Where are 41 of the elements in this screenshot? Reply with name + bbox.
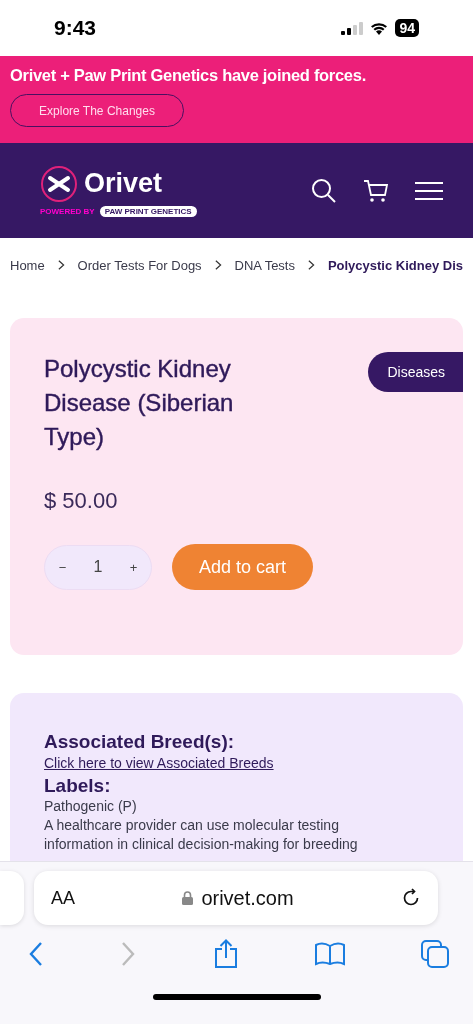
breadcrumb-link[interactable]: Order Tests For Dogs [77,257,202,273]
powered-by-text: POWERED BY [40,206,95,216]
search-icon[interactable] [311,177,337,204]
logo-icon [40,164,78,203]
cart-icon[interactable] [363,178,389,203]
address-bar[interactable]: AA orivet.com [34,871,438,925]
promo-text: Orivet + Paw Print Genetics have joined forces. [10,66,366,85]
brand-name: Orivet [84,168,163,199]
label-description: A healthcare provider can use molecular testing [44,816,340,835]
share-icon[interactable] [212,939,239,969]
breadcrumb-link[interactable]: Polycystic Kidney Dis [327,257,463,273]
increment-button[interactable]: + [129,559,138,575]
partner-badge: PAW PRINT GENETICS [99,205,197,217]
product-price: $ 50.00 [44,488,119,514]
wifi-icon [370,21,389,35]
text-size-button[interactable]: AA [51,887,75,909]
status-time: 9:43 [54,16,97,40]
labels-heading: Labels: [44,775,112,797]
decrement-button[interactable]: − [58,559,67,575]
breeds-heading: Associated Breed(s): [44,731,236,753]
chevron-icon [308,259,315,271]
breadcrumb-link[interactable]: Home [10,257,45,273]
quantity-value: 1 [93,558,103,576]
tabs-icon[interactable] [421,940,449,968]
url-text: orivet.com [201,886,294,910]
category-tag[interactable]: Diseases [368,352,463,392]
menu-icon[interactable] [415,181,443,200]
quantity-stepper[interactable]: − 1 + [44,544,152,590]
battery-level: 94 [395,19,419,37]
chevron-icon [214,259,222,271]
breadcrumb-link[interactable]: DNA Tests [234,257,295,273]
lock-icon [182,891,194,905]
label-name: Pathogenic (P) [44,797,138,816]
book-icon[interactable] [314,942,345,966]
reload-icon[interactable] [401,888,421,908]
breeds-link[interactable]: Click here to view Associated Breeds [44,755,429,771]
product-title: Polycystic Kidney Disease (Siberian Type) [44,354,235,452]
chevron-icon [57,259,65,271]
back-icon[interactable] [28,941,44,967]
label-description: information in clinical decision-making for breeding [44,835,359,854]
signal-icon [341,21,364,35]
